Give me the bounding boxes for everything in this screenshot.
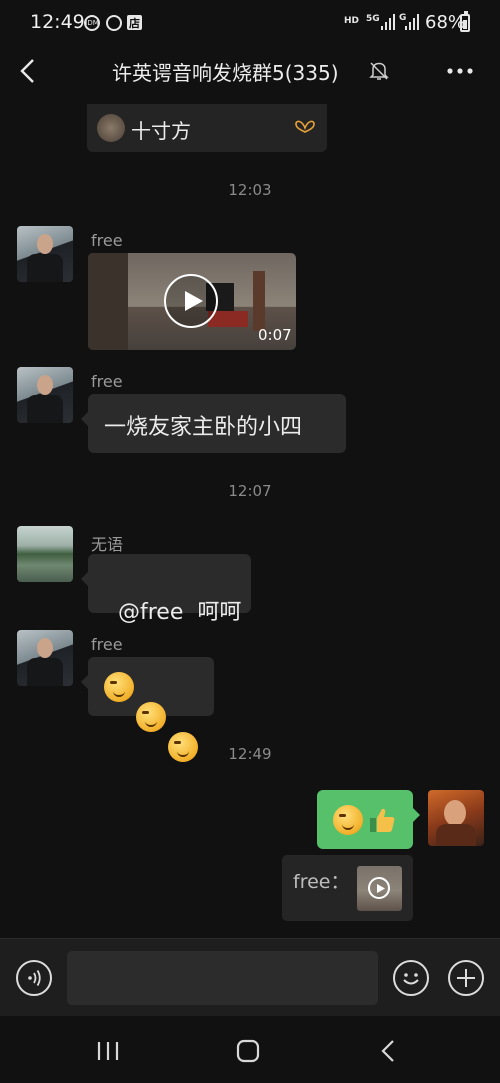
- sender-name: free: [91, 635, 123, 654]
- bell-off-icon: [369, 62, 389, 80]
- butterfly-icon: [295, 120, 315, 133]
- ellipsis-icon: [447, 68, 473, 74]
- recent-apps-icon[interactable]: [96, 1041, 120, 1061]
- smirk-emoji-icon: [104, 672, 134, 702]
- message-text: @free 呵呵: [118, 600, 242, 625]
- chevron-left-icon: [20, 59, 34, 83]
- message-input[interactable]: [67, 951, 378, 1005]
- shared-card[interactable]: 十寸方: [87, 104, 327, 152]
- timestamp: 12:03: [228, 181, 272, 199]
- back-button[interactable]: [18, 58, 40, 84]
- video-message[interactable]: 0:07: [88, 253, 296, 350]
- emoji-button[interactable]: [393, 960, 429, 996]
- input-bar: [0, 938, 500, 1017]
- message-bubble[interactable]: @free 呵呵: [81, 554, 251, 625]
- status-time: 12:49: [30, 11, 85, 33]
- signal-icon-2: [405, 14, 419, 30]
- emoji-icon: [403, 973, 419, 985]
- smirk-emoji-icon: [136, 702, 166, 732]
- emoji-message[interactable]: [81, 657, 214, 762]
- message-icon: [106, 15, 122, 31]
- signal-icon: [381, 14, 395, 30]
- avatar[interactable]: [17, 226, 73, 282]
- sender-name: free: [91, 231, 123, 250]
- self-emoji-message[interactable]: [317, 790, 420, 849]
- self-avatar[interactable]: [428, 790, 484, 846]
- status-bar: 12:49 IDM 店 HD 5G G 68%: [0, 0, 500, 46]
- play-button[interactable]: [164, 274, 218, 328]
- avatar[interactable]: [17, 630, 73, 686]
- 5g-indicator: 5G: [366, 14, 380, 24]
- system-nav-bar: [0, 1016, 500, 1083]
- sender-name: free: [91, 372, 123, 391]
- quote-text: free：: [293, 871, 350, 893]
- timestamp: 12:49: [228, 745, 272, 763]
- shush-emoji-icon: [333, 805, 363, 835]
- mute-indicator: [368, 60, 390, 82]
- card-label: 十寸方: [131, 119, 191, 143]
- video-duration: 0:07: [258, 326, 292, 344]
- thumbs-up-icon: [370, 808, 395, 832]
- hd-indicator: HD: [344, 16, 360, 26]
- voice-button[interactable]: [16, 960, 52, 996]
- play-icon: [377, 884, 385, 893]
- plus-icon: [457, 969, 475, 987]
- home-icon[interactable]: [236, 1039, 260, 1063]
- card-avatar: [97, 114, 125, 142]
- idm-icon: IDM: [84, 15, 100, 31]
- quoted-message[interactable]: free：: [282, 855, 413, 921]
- back-nav-icon[interactable]: [380, 1039, 396, 1063]
- chat-title[interactable]: 许英谔音响发烧群5(335): [112, 57, 339, 86]
- message-text: 一烧友家主卧的小四: [104, 415, 303, 440]
- battery-icon: [460, 11, 470, 32]
- play-icon: [185, 291, 203, 311]
- add-button[interactable]: [448, 960, 484, 996]
- avatar[interactable]: [17, 526, 73, 582]
- battery-percent: 68%: [425, 12, 466, 33]
- voice-icon: [28, 970, 41, 986]
- message-bubble[interactable]: 一烧友家主卧的小四: [81, 394, 346, 453]
- quote-thumbnail: [357, 866, 402, 911]
- avatar[interactable]: [17, 367, 73, 423]
- timestamp: 12:07: [228, 482, 272, 500]
- sender-name: 无语: [91, 535, 124, 554]
- store-icon: 店: [127, 15, 142, 30]
- more-button[interactable]: [446, 60, 474, 82]
